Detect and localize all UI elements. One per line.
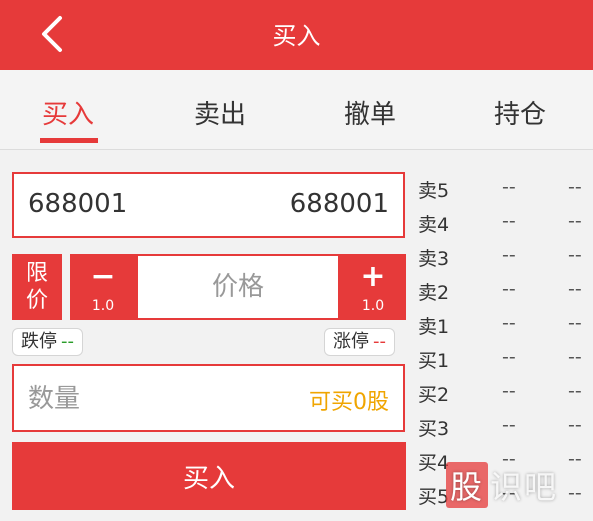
top-bar: 买入 xyxy=(0,0,593,70)
price-increase-button[interactable]: + 1.0 xyxy=(340,254,406,320)
level-label: 卖3 xyxy=(418,248,450,270)
level-price: -- xyxy=(502,346,516,368)
order-book-row: 卖4 -- -- xyxy=(418,206,588,240)
level-qty: -- xyxy=(568,380,582,402)
level-qty: -- xyxy=(568,176,582,198)
level-label: 买5 xyxy=(418,486,450,508)
stock-code-display: 688001 xyxy=(289,189,389,219)
tab-buy[interactable]: 买入 xyxy=(42,94,94,131)
limit-down-button[interactable]: 跌停 -- xyxy=(12,328,83,356)
level-price: -- xyxy=(502,176,516,198)
stock-code: 688001 xyxy=(28,189,128,219)
limit-up-value: -- xyxy=(373,331,386,352)
tab-cancel[interactable]: 撤单 xyxy=(344,94,396,131)
order-book-row: 卖3 -- -- xyxy=(418,240,588,274)
order-type-line1: 限 xyxy=(25,261,48,286)
order-book-row: 卖2 -- -- xyxy=(418,274,588,308)
order-book-row: 买3 -- -- xyxy=(418,410,588,444)
level-qty: -- xyxy=(568,244,582,266)
watermark-text: 识吧 xyxy=(490,468,559,506)
level-price: -- xyxy=(502,244,516,266)
level-price: -- xyxy=(502,312,516,334)
order-book-row: 卖5 -- -- xyxy=(418,172,588,206)
level-price: -- xyxy=(502,414,516,436)
order-type-button[interactable]: 限 价 xyxy=(12,254,62,320)
increase-step: 1.0 xyxy=(361,298,385,314)
price-input[interactable] xyxy=(138,256,338,318)
level-qty: -- xyxy=(568,278,582,300)
available-quantity: 可买0股 xyxy=(309,390,389,415)
stock-code-field[interactable]: 688001 688001 xyxy=(12,172,405,238)
level-price: -- xyxy=(502,380,516,402)
plus-icon: + xyxy=(360,259,386,294)
limit-down-label: 跌停 xyxy=(21,331,57,352)
level-qty: -- xyxy=(568,482,582,504)
price-decrease-button[interactable]: − 1.0 xyxy=(70,254,136,320)
level-qty: -- xyxy=(568,448,582,470)
level-qty: -- xyxy=(568,312,582,334)
order-book-row: 买1 -- -- xyxy=(418,342,588,376)
limit-up-button[interactable]: 涨停 -- xyxy=(324,328,395,356)
order-type-line2: 价 xyxy=(25,288,48,313)
level-qty: -- xyxy=(568,210,582,232)
minus-icon: − xyxy=(90,259,116,294)
limit-up-label: 涨停 xyxy=(333,331,369,352)
decrease-step: 1.0 xyxy=(91,298,115,314)
buy-button[interactable]: 买入 xyxy=(12,442,406,510)
level-label: 买1 xyxy=(418,350,450,372)
price-stepper: − 1.0 + 1.0 xyxy=(70,254,406,320)
level-price: -- xyxy=(502,278,516,300)
active-tab-indicator xyxy=(40,138,98,143)
watermark-char: 股 xyxy=(446,462,489,508)
level-label: 卖2 xyxy=(418,282,450,304)
trade-screen: 买入 买入 卖出 撤单 持仓 688001 688001 限 价 − 1.0 +… xyxy=(0,0,593,521)
level-label: 卖1 xyxy=(418,316,450,338)
level-qty: -- xyxy=(568,346,582,368)
limit-down-value: -- xyxy=(61,331,74,352)
quantity-field: 可买0股 xyxy=(12,364,405,432)
level-label: 买3 xyxy=(418,418,450,440)
level-qty: -- xyxy=(568,414,582,436)
watermark-logo: 股识吧 xyxy=(446,462,558,508)
level-label: 卖4 xyxy=(418,214,450,236)
order-book: 卖5 -- -- 卖4 -- -- 卖3 -- -- 卖2 -- -- 卖1 -- -- 买1 -- -… xyxy=(418,172,588,512)
tab-sell[interactable]: 卖出 xyxy=(194,94,246,131)
level-label: 卖5 xyxy=(418,180,450,202)
level-label: 买2 xyxy=(418,384,450,406)
level-label: 买4 xyxy=(418,452,450,474)
order-book-row: 买2 -- -- xyxy=(418,376,588,410)
page-title: 买入 xyxy=(272,22,321,50)
order-book-row: 卖1 -- -- xyxy=(418,308,588,342)
level-price: -- xyxy=(502,210,516,232)
quantity-input[interactable] xyxy=(28,374,278,424)
tab-holdings[interactable]: 持仓 xyxy=(494,94,546,131)
